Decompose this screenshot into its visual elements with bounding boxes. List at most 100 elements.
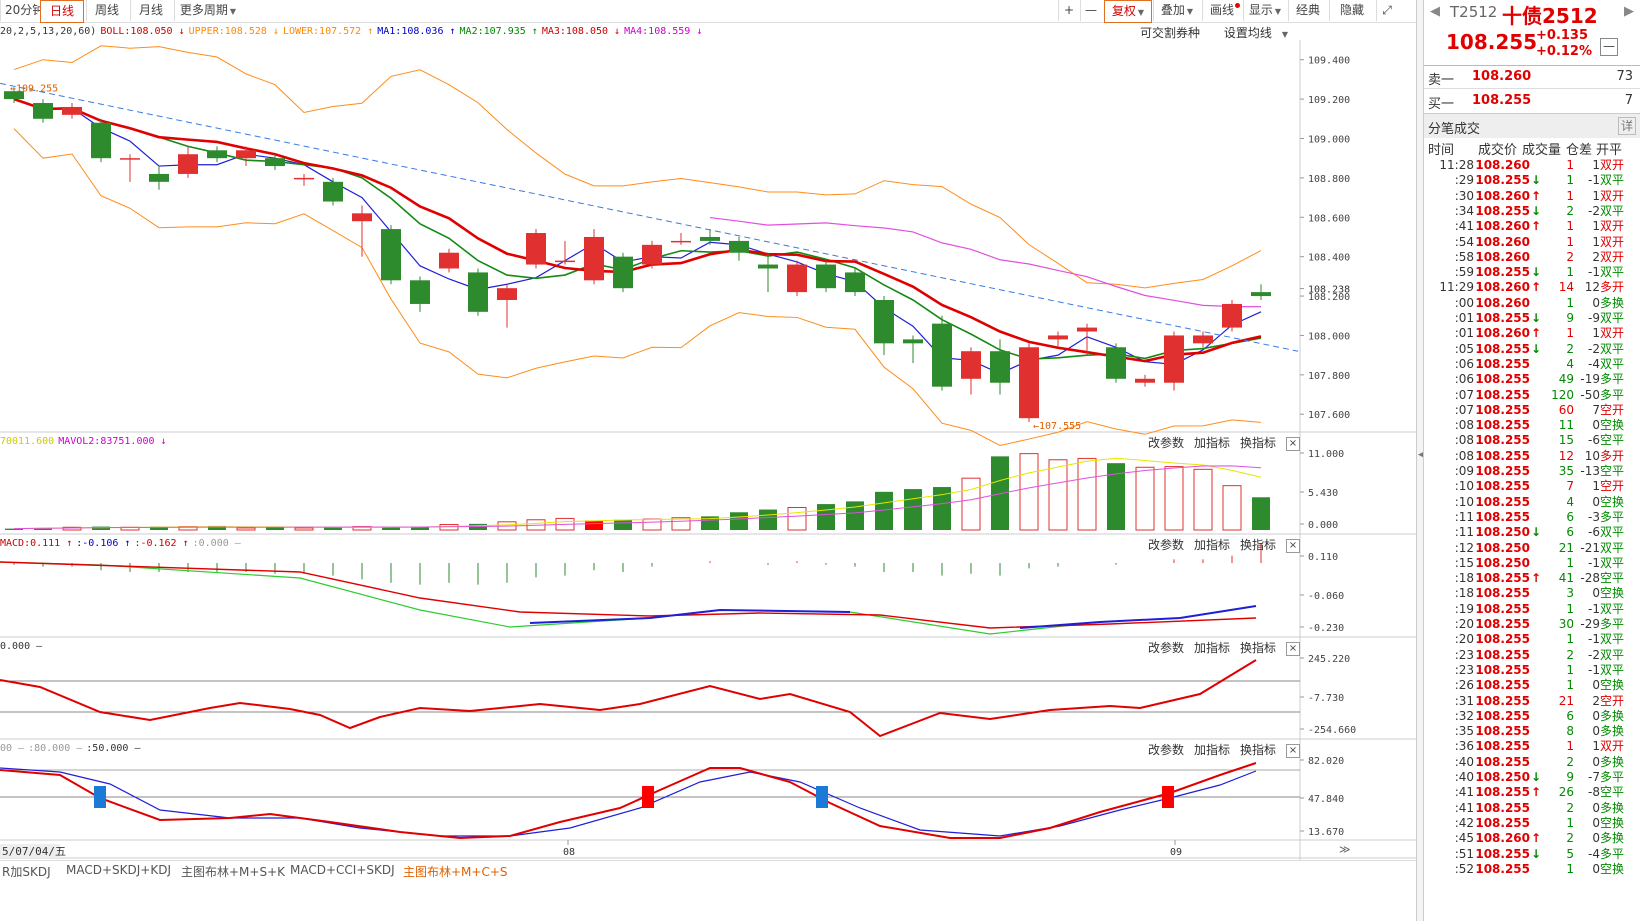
details-button[interactable]: 详 <box>1618 117 1636 135</box>
tick-volume: 21 <box>1558 693 1574 708</box>
tick-price: 108.260 <box>1475 188 1530 203</box>
edit-params-button[interactable]: 改参数 <box>1148 538 1184 552</box>
edit-params-button[interactable]: 改参数 <box>1148 436 1184 450</box>
tick-price: 108.255 <box>1475 647 1530 662</box>
indicator-value-0: MACD:0.111 ↑ <box>0 538 73 549</box>
close-panel-icon[interactable]: × <box>1286 641 1300 656</box>
tick-time: :20 <box>1454 632 1474 647</box>
tick-price: 108.255 <box>1475 387 1530 402</box>
candle-body <box>236 150 256 159</box>
tick-volume: 30 <box>1558 617 1574 631</box>
tick-time: :08 <box>1454 433 1474 448</box>
candle-body <box>497 288 517 300</box>
skdj-ylabel: 13.670 <box>1308 827 1344 838</box>
switch-indicator-button[interactable]: 换指标 <box>1240 743 1276 757</box>
tick-row: :08 108.255 15 -6 空平 <box>1424 432 1639 448</box>
candle-body <box>961 351 981 379</box>
tick-time: :06 <box>1454 356 1474 371</box>
close-panel-icon[interactable]: × <box>1286 743 1300 758</box>
tick-open-close: 双平 <box>1600 265 1625 280</box>
candle-body <box>439 252 459 269</box>
tick-oi-change: -6 <box>1588 433 1600 448</box>
tick-price: 108.250 <box>1475 555 1530 570</box>
tick-time: :10 <box>1454 494 1474 509</box>
volume-bar <box>1048 459 1068 531</box>
add-indicator-button[interactable]: 加指标 <box>1194 436 1230 450</box>
add-indicator-button[interactable]: 加指标 <box>1194 641 1230 655</box>
candle-body <box>555 260 575 263</box>
switch-indicator-button[interactable]: 换指标 <box>1240 538 1276 552</box>
template-tab-1[interactable]: MACD+SKDJ+KDJ <box>66 863 171 877</box>
tick-oi-change: 0 <box>1592 754 1600 769</box>
tick-open-close: 多平 <box>1600 372 1625 387</box>
tick-oi-change: -1 <box>1588 601 1600 616</box>
template-tab-3[interactable]: MACD+CCI+SKDJ <box>290 863 395 877</box>
next-contract-icon[interactable]: ▶ <box>1624 4 1634 19</box>
tick-price: 108.255 <box>1475 479 1530 494</box>
tick-oi-change: 0 <box>1592 295 1600 310</box>
ticks-list[interactable]: 11:28 108.260 1 1 双开:29 108.255 ↓ 1 -1 双平:30 108.2… <box>1424 157 1640 921</box>
contract-code: T2512 <box>1450 3 1498 21</box>
edit-params-button[interactable]: 改参数 <box>1148 641 1184 655</box>
tick-open-close: 多换 <box>1600 800 1625 815</box>
bid-label: 买一 <box>1428 97 1455 112</box>
edit-params-button[interactable]: 改参数 <box>1148 743 1184 757</box>
indicator-value-2: :50.000 — <box>86 743 141 754</box>
template-tab-4[interactable]: 主图布林+M+C+S <box>403 863 508 880</box>
tick-row: :11 108.255 6 -3 多平 <box>1424 509 1639 525</box>
tick-oi-change: 0 <box>1592 708 1600 723</box>
boll-mid-line <box>13 97 1262 363</box>
add-indicator-button[interactable]: 加指标 <box>1194 743 1230 757</box>
tick-time: :10 <box>1454 479 1474 494</box>
template-tab-0[interactable]: R加SKDJ <box>2 863 51 880</box>
xaxis-mid-label: 08 <box>563 847 575 858</box>
tick-row: :41 108.255 ↑ 26 -8 空平 <box>1424 784 1639 800</box>
volume-bar <box>1019 453 1039 531</box>
tick-time: :35 <box>1454 724 1474 739</box>
close-panel-icon[interactable]: × <box>1286 436 1300 451</box>
bid-volume: 7 <box>1624 93 1633 108</box>
tick-time: :30 <box>1454 188 1474 203</box>
close-panel-icon[interactable]: × <box>1286 538 1300 553</box>
panel-buttons-3: 改参数 加指标 换指标 × <box>1138 741 1300 758</box>
tick-volume: 2 <box>1566 203 1574 218</box>
collapse-quote-icon[interactable]: — <box>1600 38 1618 56</box>
macd-dif-line <box>0 561 1257 635</box>
candle-body <box>613 256 633 289</box>
tick-price: 108.255 <box>1475 464 1530 478</box>
tick-open-close: 双开 <box>1600 234 1625 249</box>
tick-time: :32 <box>1454 708 1474 723</box>
volume-bar <box>585 520 603 530</box>
template-tab-2[interactable]: 主图布林+M+S+K <box>181 863 285 880</box>
tick-volume: 7 <box>1566 479 1574 494</box>
tick-row: :10 108.255 7 1 空开 <box>1424 478 1639 494</box>
tick-price: 108.255 <box>1475 311 1530 325</box>
tick-price: 108.255 <box>1475 448 1530 463</box>
tick-row: :30 108.260 ↑ 1 1 双开 <box>1424 188 1639 204</box>
candle-body <box>903 339 923 344</box>
template-tabs: R加SKDJ MACD+SKDJ+KDJ 主图布林+M+S+K MACD+CCI+SK… <box>0 860 1416 881</box>
candle-body <box>700 236 720 241</box>
tick-oi-change: 12 <box>1584 280 1600 295</box>
indicator-value-2: :-0.162 ↑ <box>134 538 189 549</box>
tick-volume: 1 <box>1566 265 1574 280</box>
volume-bar <box>961 477 981 531</box>
tick-price: 108.255 <box>1475 203 1530 218</box>
tick-time: :41 <box>1454 800 1474 815</box>
tick-time: :18 <box>1454 586 1474 601</box>
tick-oi-change: 0 <box>1592 861 1600 876</box>
candle-body <box>91 122 111 159</box>
indicator-value-1: MAVOL2:83751.000 ↓ <box>58 436 167 447</box>
chart-area[interactable]: 109.400 109.200 109.000 108.800 108.600 108.4… <box>0 0 1416 860</box>
scroll-right-icon[interactable]: ≫ <box>1339 843 1351 856</box>
volume-bar <box>1193 468 1213 531</box>
candle-body <box>1077 327 1097 332</box>
switch-indicator-button[interactable]: 换指标 <box>1240 641 1276 655</box>
tick-open-close: 双开 <box>1600 158 1625 172</box>
tick-row: :31 108.255 21 2 空开 <box>1424 693 1639 709</box>
prev-contract-icon[interactable]: ◀ <box>1430 4 1440 19</box>
candle-body <box>1019 347 1039 419</box>
add-indicator-button[interactable]: 加指标 <box>1194 538 1230 552</box>
switch-indicator-button[interactable]: 换指标 <box>1240 436 1276 450</box>
main-ylabel: 109.000 <box>1308 134 1350 145</box>
